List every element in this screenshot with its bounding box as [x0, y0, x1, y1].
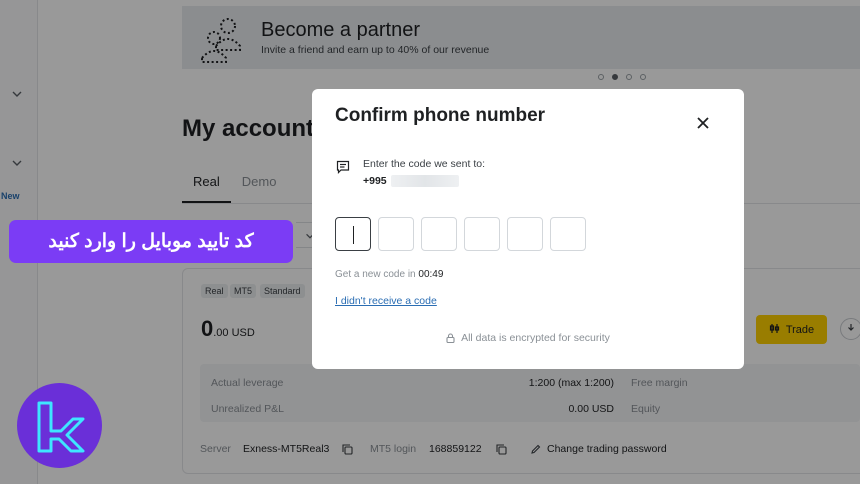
dialog-title: Confirm phone number [335, 105, 546, 126]
lock-icon [446, 333, 455, 343]
otp-input-group [335, 217, 586, 251]
text-caret [353, 226, 354, 244]
confirm-phone-dialog: Confirm phone number Enter the code we s… [312, 89, 744, 369]
resend-timer: 00:49 [418, 269, 444, 280]
otp-digit-input[interactable] [335, 217, 371, 251]
brand-logo [17, 383, 102, 468]
message-icon [336, 160, 350, 174]
security-note-text: All data is encrypted for security [461, 332, 610, 344]
code-sent-text: Enter the code we sent to: [363, 158, 485, 170]
close-icon[interactable] [695, 115, 711, 131]
resend-countdown: Get a new code in 00:49 [335, 269, 443, 280]
otp-digit-input[interactable] [421, 217, 457, 251]
no-code-link[interactable]: I didn't receive a code [335, 295, 437, 307]
otp-digit-input[interactable] [507, 217, 543, 251]
farsi-caption-banner: کد تایید موبایل را وارد کنید [9, 220, 293, 263]
otp-digit-input[interactable] [378, 217, 414, 251]
otp-digit-input[interactable] [550, 217, 586, 251]
resend-label: Get a new code in [335, 269, 419, 280]
logo-mark-icon [37, 401, 84, 452]
phone-number-redacted [391, 175, 459, 187]
security-note: All data is encrypted for security [312, 332, 744, 344]
otp-digit-input[interactable] [464, 217, 500, 251]
phone-country-code: +995 [363, 175, 387, 187]
